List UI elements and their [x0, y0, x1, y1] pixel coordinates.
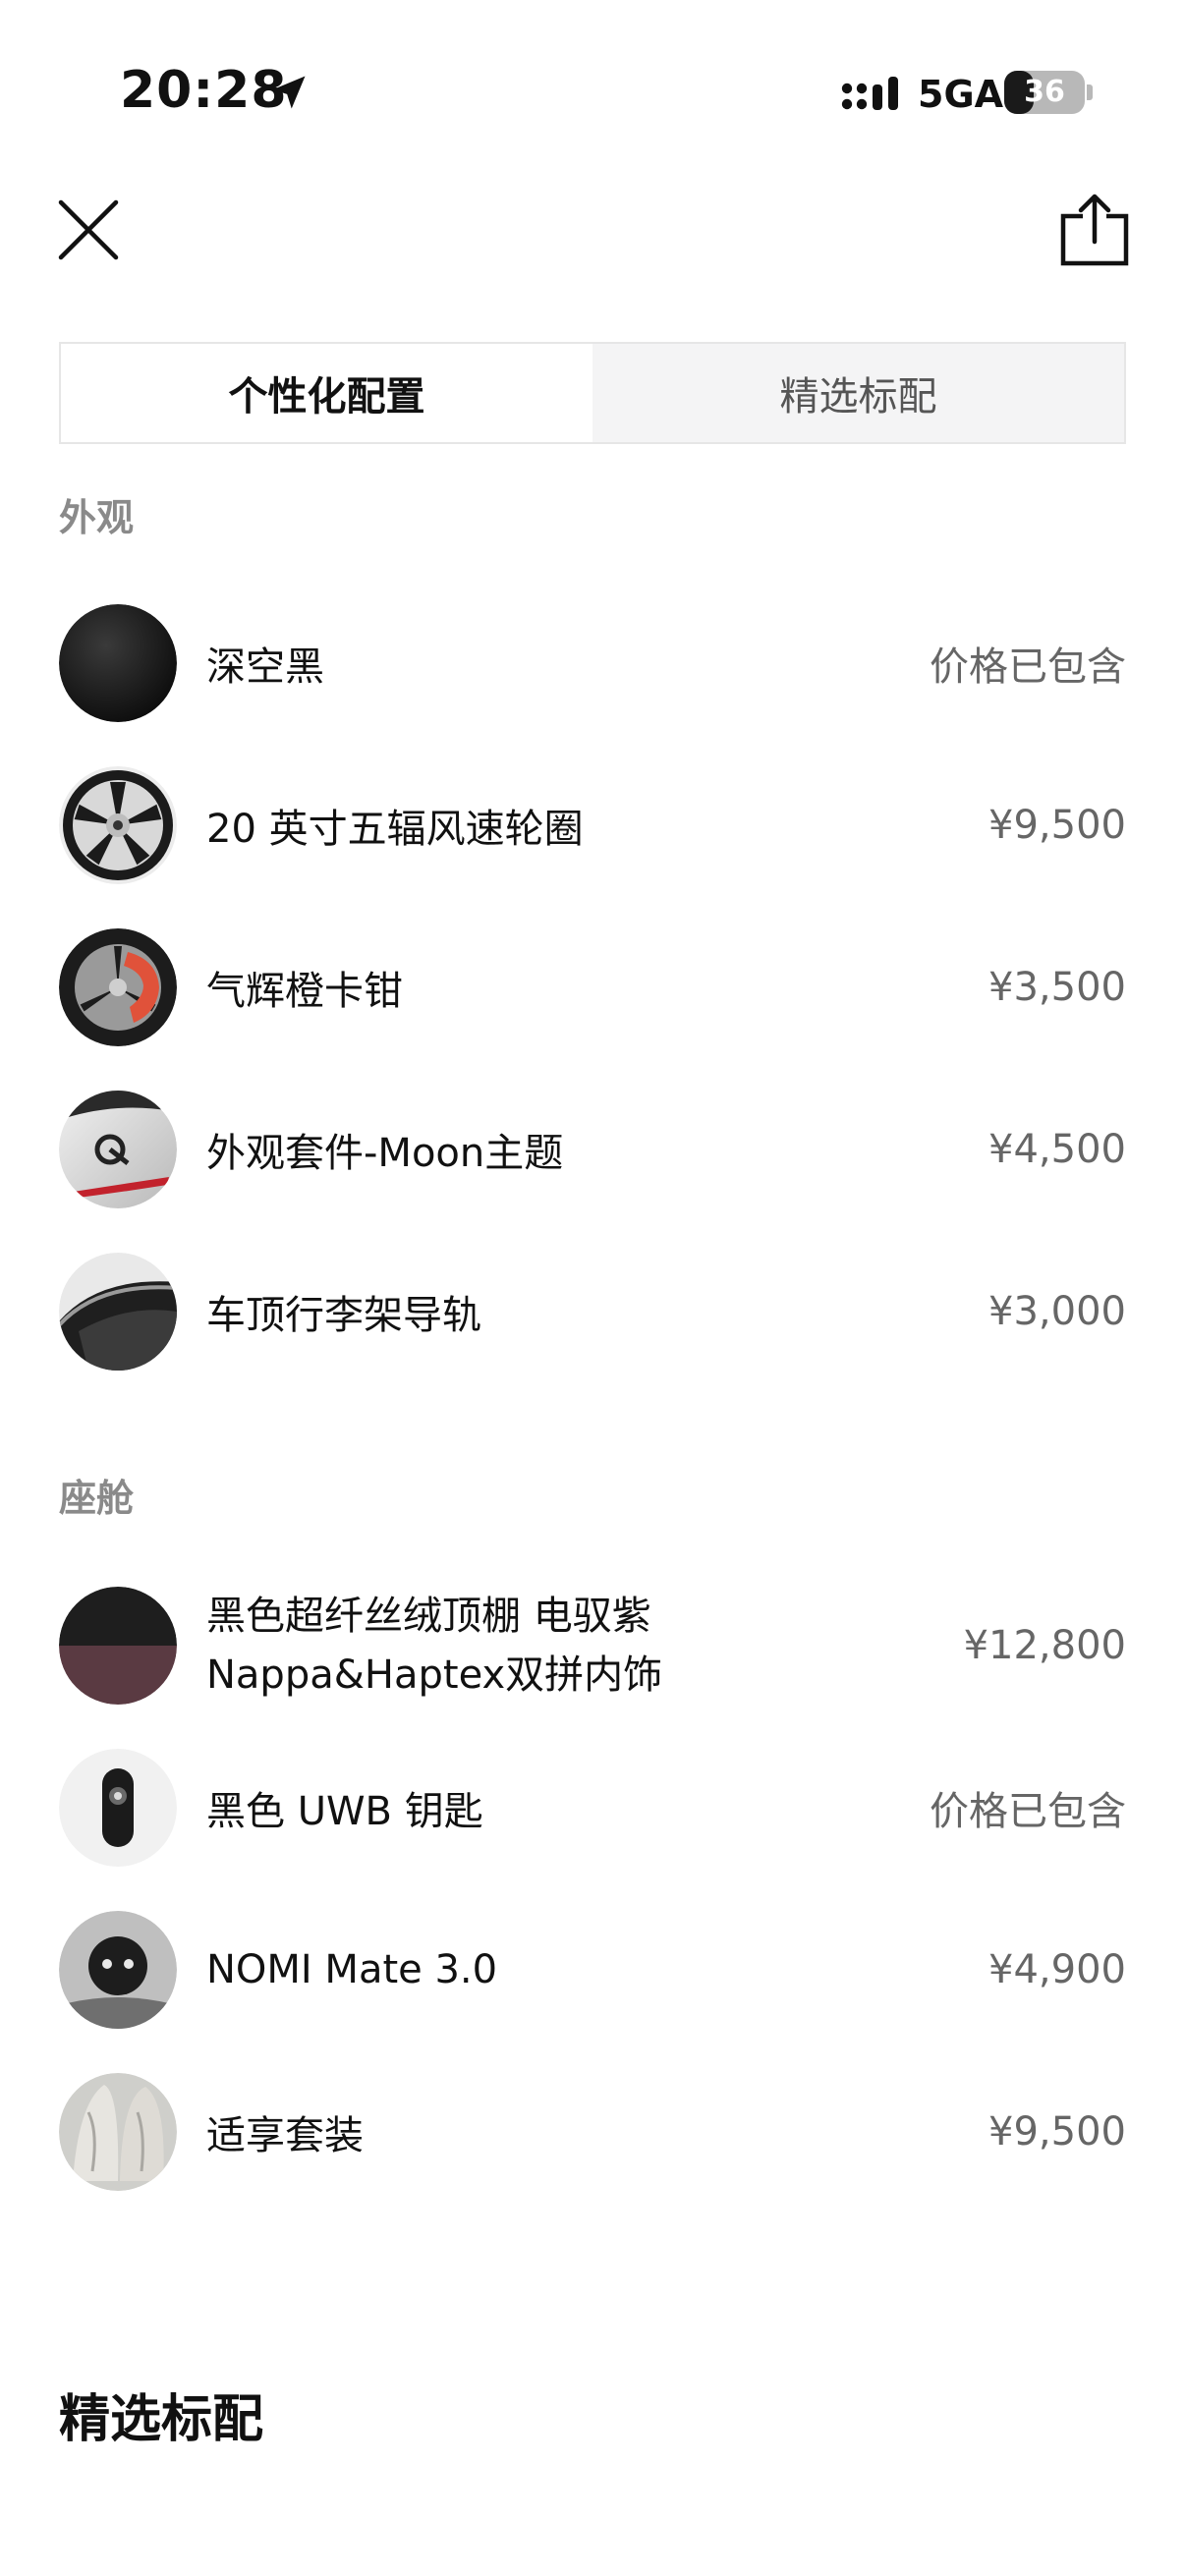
uwb-key-thumb	[59, 1749, 177, 1867]
standard-config-heading: 精选标配	[59, 2390, 264, 2449]
roof-rail-thumb	[59, 1253, 177, 1371]
tab-bar: 个性化配置 精选标配	[59, 342, 1126, 444]
list-item-uwb-key[interactable]: 黑色 UWB 钥匙 价格已包含	[59, 1749, 1126, 1867]
status-time: 20:28	[120, 61, 288, 120]
item-name: 外观套件-Moon主题	[206, 1131, 564, 1176]
list-item-moon-kit[interactable]: 外观套件-Moon主题 ¥4,500	[59, 1091, 1126, 1208]
item-price: ¥4,900	[988, 1947, 1126, 1992]
wheel-thumb	[59, 766, 177, 884]
black-paint-swatch-thumb	[59, 604, 177, 722]
list-item-nomi[interactable]: NOMI Mate 3.0 ¥4,900	[59, 1911, 1126, 2029]
interior-swatch-thumb	[59, 1587, 177, 1705]
tab-personalized[interactable]: 个性化配置	[61, 344, 592, 442]
list-item-exterior-color[interactable]: 深空黑 价格已包含	[59, 604, 1126, 722]
item-price: ¥9,500	[988, 2109, 1126, 2155]
list-item-caliper[interactable]: 气辉橙卡钳 ¥3,500	[59, 928, 1126, 1046]
network-type: 5GA	[918, 73, 1004, 116]
item-price: ¥12,800	[963, 1623, 1126, 1668]
item-name-line2: Nappa&Haptex双拼内饰	[206, 1652, 663, 1698]
battery-icon: 36	[1004, 71, 1085, 114]
section-title-exterior: 外观	[59, 496, 135, 539]
item-name-line1: 黑色超纤丝绒顶棚 电驭紫	[206, 1594, 651, 1639]
status-bar: 20:28 5GA 36	[0, 0, 1185, 187]
item-name: 黑色超纤丝绒顶棚 电驭紫 Nappa&Haptex双拼内饰	[206, 1587, 662, 1705]
item-name: 黑色 UWB 钥匙	[206, 1789, 483, 1834]
orange-caliper-thumb	[59, 928, 177, 1046]
battery-cap	[1087, 84, 1093, 100]
item-name: 20 英寸五辐风速轮圈	[206, 807, 584, 852]
comfort-seat-thumb	[59, 2073, 177, 2191]
item-name: 适享套装	[206, 2113, 364, 2158]
share-icon[interactable]	[1059, 193, 1130, 267]
battery-percent: 36	[1024, 75, 1065, 109]
item-price: 价格已包含	[930, 1789, 1126, 1834]
item-price: ¥3,000	[988, 1289, 1126, 1334]
item-price: ¥4,500	[988, 1127, 1126, 1172]
section-title-cabin: 座舱	[59, 1477, 135, 1520]
list-item-interior[interactable]: 黑色超纤丝绒顶棚 电驭紫 Nappa&Haptex双拼内饰 ¥12,800	[59, 1587, 1126, 1705]
item-name: 气辉橙卡钳	[206, 969, 403, 1014]
nomi-mate-thumb	[59, 1911, 177, 2029]
list-item-wheels[interactable]: 20 英寸五辐风速轮圈 ¥9,500	[59, 766, 1126, 884]
signal-bars-icon	[841, 77, 898, 110]
item-name: 深空黑	[206, 644, 324, 690]
list-item-comfort-pack[interactable]: 适享套装 ¥9,500	[59, 2073, 1126, 2191]
item-name: 车顶行李架导轨	[206, 1293, 481, 1338]
list-item-roof-rail[interactable]: 车顶行李架导轨 ¥3,000	[59, 1253, 1126, 1371]
tab-standard[interactable]: 精选标配	[592, 344, 1124, 442]
item-price: ¥3,500	[988, 965, 1126, 1010]
item-price: 价格已包含	[930, 644, 1126, 690]
moon-theme-thumb	[59, 1091, 177, 1208]
location-arrow-icon	[272, 76, 306, 109]
item-name: NOMI Mate 3.0	[206, 1947, 498, 1992]
close-icon[interactable]	[55, 196, 122, 263]
config-page: 20:28 5GA 36 个性化配置 精选标配 外观 深空黑 价格已包含 20 …	[0, 0, 1185, 2576]
item-price: ¥9,500	[988, 803, 1126, 848]
